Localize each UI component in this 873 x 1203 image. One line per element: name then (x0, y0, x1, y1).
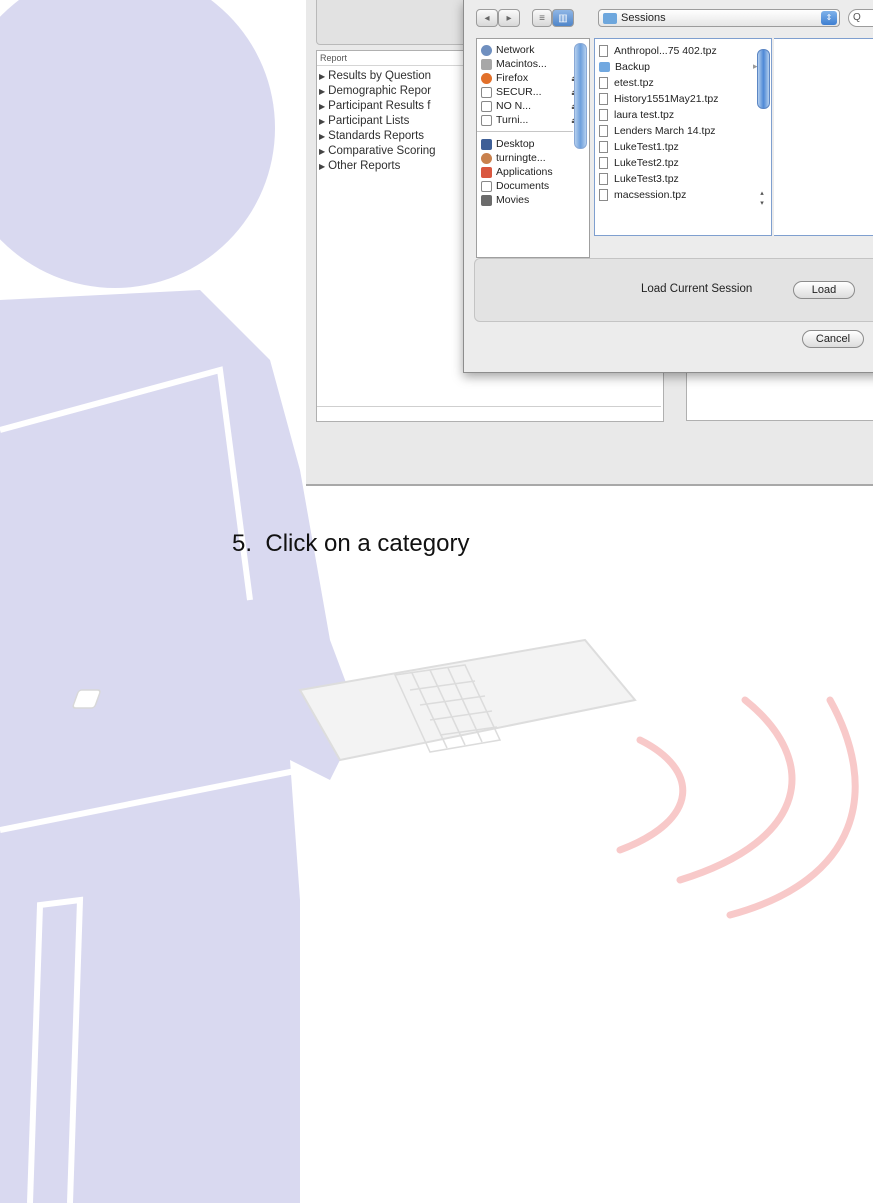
report-category-item[interactable]: ▶ Participant Lists (319, 114, 436, 129)
step-text: Click on a category (265, 530, 470, 557)
sidebar-item-network[interactable]: Network (481, 43, 535, 57)
sidebar-item-turning[interactable]: Turni... ⏏ (481, 113, 580, 127)
forward-button[interactable]: ▸ (498, 9, 520, 27)
folder-icon (599, 62, 610, 72)
step-number: 5. (232, 530, 253, 557)
folder-icon (603, 12, 617, 24)
report-category-item[interactable]: ▶ Demographic Repor (319, 84, 436, 99)
sidebar-item-secure[interactable]: SECUR... ⏏ (481, 85, 580, 99)
sidebar-divider (477, 131, 573, 132)
file-list-scrollbar[interactable] (757, 49, 770, 109)
file-item[interactable]: LukeTest1.tpz (599, 139, 679, 155)
sidebar-item-no-name[interactable]: NO N... ⏏ (481, 99, 580, 113)
document-icon (599, 173, 608, 185)
home-icon (481, 152, 492, 164)
session-group-box (316, 0, 478, 45)
disclosure-triangle-icon[interactable]: ▶ (319, 132, 325, 141)
document-icon (599, 189, 608, 201)
location-popup-label: Sessions (621, 12, 666, 24)
sidebar-item-macintosh-hd[interactable]: Macintos... (481, 57, 547, 71)
load-button[interactable]: Load (793, 281, 855, 299)
cancel-button[interactable]: Cancel (802, 330, 864, 348)
documents-icon (481, 180, 492, 192)
disclosure-triangle-icon[interactable]: ▶ (319, 87, 325, 96)
file-item[interactable]: LukeTest3.tpz (599, 171, 679, 187)
sidebar-item-documents[interactable]: Documents (481, 179, 549, 193)
search-field[interactable]: Q (848, 9, 873, 27)
sidebar-scrollbar[interactable] (574, 43, 587, 149)
disclosure-triangle-icon[interactable]: ▶ (319, 102, 325, 111)
report-category-item[interactable]: ▶ Results by Question (319, 69, 436, 84)
sidebar-item-applications[interactable]: Applications (481, 165, 553, 179)
disk-icon (481, 114, 492, 126)
applications-icon (481, 166, 492, 178)
file-item[interactable]: History1551May21.tpz (599, 91, 718, 107)
document-icon (599, 45, 608, 57)
load-current-session-label: Load Current Session (641, 283, 753, 295)
report-category-list: ▶ Results by Question ▶ Demographic Repor … (319, 69, 436, 174)
sidebar-item-firefox[interactable]: Firefox ⏏ (481, 71, 580, 85)
document-icon (599, 141, 608, 153)
document-icon (599, 93, 608, 105)
hard-drive-icon (481, 58, 492, 70)
report-panel-footer (317, 406, 661, 420)
figure-head (0, 0, 275, 288)
sidebar-item-desktop[interactable]: Desktop (481, 137, 535, 151)
network-icon (481, 44, 492, 56)
report-category-item[interactable]: ▶ Standards Reports (319, 129, 436, 144)
file-browser-column: Anthropol...75 402.tpz Backup ▸ etest.tp… (594, 38, 772, 236)
disk-icon (481, 100, 492, 112)
sidebar-item-home[interactable]: turningte... (481, 151, 546, 165)
scroll-arrows-icon[interactable]: ▴ ▾ (757, 189, 767, 229)
disk-icon (481, 86, 492, 98)
folder-item[interactable]: Backup (599, 59, 650, 75)
document-icon (599, 125, 608, 137)
load-current-session-panel: Load Current Session Load (474, 258, 873, 322)
file-item[interactable]: etest.tpz (599, 75, 654, 91)
open-session-dialog: ◂ ▸ ≡ ▥ Sessions ⇕ Q Network Macintos...… (463, 0, 873, 373)
file-item[interactable]: Anthropol...75 402.tpz (599, 43, 717, 59)
report-category-item[interactable]: ▶ Comparative Scoring (319, 144, 436, 159)
instruction-step: 5. Click on a category (232, 530, 469, 558)
next-browser-column (774, 38, 873, 236)
finder-sidebar: Network Macintos... Firefox ⏏ SECUR... ⏏… (476, 38, 590, 258)
disclosure-triangle-icon[interactable]: ▶ (319, 162, 325, 171)
popup-arrows-icon: ⇕ (821, 11, 837, 25)
search-icon: Q (853, 12, 861, 23)
report-category-item[interactable]: ▶ Other Reports (319, 159, 436, 174)
file-item[interactable]: Lenders March 14.tpz (599, 123, 716, 139)
list-view-button[interactable]: ≡ (532, 9, 552, 27)
document-icon (599, 109, 608, 121)
file-item[interactable]: LukeTest2.tpz (599, 155, 679, 171)
disclosure-triangle-icon[interactable]: ▶ (319, 72, 325, 81)
report-category-item[interactable]: ▶ Participant Results f (319, 99, 436, 114)
disclosure-triangle-icon[interactable]: ▶ (319, 117, 325, 126)
firefox-icon (481, 72, 492, 84)
sidebar-item-movies[interactable]: Movies (481, 193, 529, 207)
file-item[interactable]: laura test.tpz (599, 107, 674, 123)
location-popup[interactable]: Sessions ⇕ (598, 9, 840, 27)
report-preview-panel (686, 370, 873, 421)
column-view-button[interactable]: ▥ (552, 9, 574, 27)
disclosure-triangle-icon[interactable]: ▶ (319, 147, 325, 156)
document-icon (599, 157, 608, 169)
movies-icon (481, 194, 492, 206)
back-button[interactable]: ◂ (476, 9, 498, 27)
signal-waves (616, 696, 859, 919)
file-item[interactable]: macsession.tpz (599, 187, 686, 203)
document-icon (599, 77, 608, 89)
desktop-icon (481, 138, 492, 150)
